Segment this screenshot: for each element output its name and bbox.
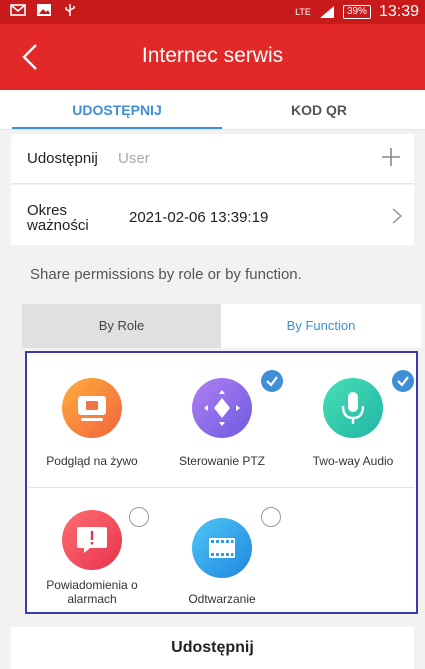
status-bar: LTE 39% 13:39 <box>0 0 425 24</box>
microphone-icon <box>323 378 383 438</box>
app-bar: Internec serwis <box>0 24 425 90</box>
share-label: Udostępnij <box>27 150 98 167</box>
tab-indicator <box>12 127 222 129</box>
usb-icon <box>65 4 75 16</box>
function-ptz-control[interactable]: Sterowanie PTZ <box>157 370 287 468</box>
grid-divider <box>29 487 414 488</box>
function-live-view[interactable]: Podgląd na żywo <box>27 378 157 468</box>
film-icon <box>192 518 252 578</box>
chevron-right-icon <box>392 208 403 224</box>
function-label: Two-way Audio <box>312 454 394 468</box>
audio-checked-icon[interactable] <box>392 370 414 392</box>
permission-mode-selector: By Role By Function <box>22 304 421 348</box>
image-icon <box>37 4 51 16</box>
gmail-icon <box>10 4 26 16</box>
network-type: LTE <box>295 7 311 17</box>
alarm-unchecked-icon[interactable] <box>129 507 149 527</box>
function-label: Odtwarzanie <box>188 592 256 606</box>
plus-icon[interactable] <box>380 146 402 168</box>
clock: 13:39 <box>378 3 419 20</box>
playback-unchecked-icon[interactable] <box>261 507 281 527</box>
by-function-option[interactable]: By Function <box>221 304 421 348</box>
user-input[interactable]: User <box>118 150 150 167</box>
function-label: Powiadomienia o alarmach <box>46 578 138 606</box>
tab-qr-code[interactable]: KOD QR <box>213 90 425 130</box>
battery-indicator: 39% <box>342 5 371 19</box>
ptz-checked-icon[interactable] <box>261 370 283 392</box>
function-label: Podgląd na żywo <box>46 454 138 468</box>
by-role-option[interactable]: By Role <box>22 304 221 348</box>
validity-value: 2021-02-06 13:39:19 <box>129 209 269 226</box>
tab-share[interactable]: UDOSTĘPNIJ <box>11 90 223 130</box>
signal-icon <box>319 6 334 18</box>
ptz-direction-icon <box>192 378 252 438</box>
function-grid: Podgląd na żywo Sterowanie PTZ Two-way A… <box>25 351 418 614</box>
share-button[interactable]: Udostępnij <box>11 627 414 669</box>
alarm-message-icon <box>62 510 122 570</box>
function-playback[interactable]: Odtwarzanie <box>157 507 287 606</box>
function-label: Sterowanie PTZ <box>178 454 266 468</box>
validity-label: Okres ważności <box>27 202 89 234</box>
monitor-icon <box>62 378 122 438</box>
tab-bar: UDOSTĘPNIJ KOD QR <box>0 90 425 130</box>
function-alarm-notifications[interactable]: Powiadomienia o alarmach <box>27 507 157 606</box>
function-two-way-audio[interactable]: Two-way Audio <box>288 370 418 468</box>
page-title: Internec serwis <box>141 44 284 67</box>
permissions-hint: Share permissions by role or by function… <box>30 266 302 283</box>
validity-row[interactable]: Okres ważności 2021-02-06 13:39:19 <box>11 185 414 245</box>
share-user-row[interactable]: Udostępnij User <box>11 134 414 184</box>
